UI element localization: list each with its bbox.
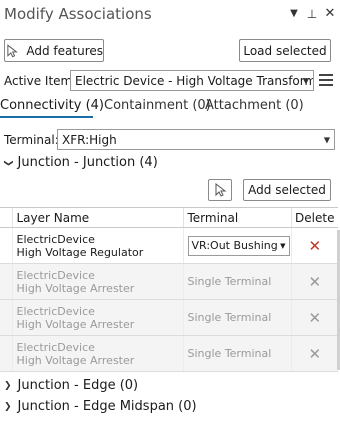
row-gutter	[0, 263, 12, 300]
layer-name: ElectricDevice	[16, 304, 95, 318]
select-cursor-icon	[215, 183, 227, 197]
feature-name: High Voltage Regulator	[16, 245, 144, 259]
terminal-cell: Single Terminal	[182, 299, 291, 336]
terminal-label: Terminal:	[4, 133, 59, 147]
layer-name: ElectricDevice	[16, 268, 95, 282]
terminal-row-value: VR:Out Bushing	[191, 239, 278, 252]
pane-title-controls: ▼ ⊥ ✕	[288, 6, 336, 21]
feature-name: High Voltage Arrester	[16, 317, 135, 331]
delete-icon: ✕	[290, 263, 338, 300]
close-icon[interactable]: ✕	[324, 6, 336, 21]
pane-title: Modify Associations	[4, 5, 152, 23]
load-selected-button[interactable]: Load selected	[239, 39, 331, 62]
select-features-button[interactable]	[208, 179, 232, 201]
group-junction-junction[interactable]: ❯ Junction - Junction (4)	[2, 155, 158, 170]
add-selected-button[interactable]: Add selected	[243, 179, 331, 201]
layer-name: ElectricDevice	[16, 340, 95, 354]
chevron-down-icon: ▼	[323, 135, 330, 144]
delete-icon: ✕	[290, 335, 338, 372]
tab-connectivity[interactable]: Connectivity (4)	[0, 98, 104, 113]
tab-attachment[interactable]: Attachment (0)	[205, 98, 304, 113]
associations-table: Layer Name Terminal Delete ElectricDevic…	[0, 207, 338, 372]
tab-containment[interactable]: Containment (0)	[104, 98, 211, 113]
row-gutter	[0, 335, 12, 372]
active-tab-indicator	[0, 116, 93, 118]
table-row: ElectricDevice High Voltage Arrester Sin…	[0, 263, 338, 300]
row-gutter	[0, 299, 12, 336]
add-features-button[interactable]: Add features	[4, 39, 104, 62]
chevron-down-icon: ❯	[2, 158, 13, 167]
feature-name: High Voltage Arrester	[16, 353, 135, 367]
table-row[interactable]: ElectricDevice High Voltage Regulator VR…	[0, 227, 338, 264]
layer-name-cell: ElectricDevice High Voltage Arrester	[11, 299, 183, 336]
column-header-layer-name[interactable]: Layer Name	[11, 207, 183, 228]
column-header-terminal[interactable]: Terminal	[182, 207, 291, 228]
add-features-label: Add features	[26, 43, 103, 58]
active-item-dropdown[interactable]: Electric Device - High Voltage Transform…	[70, 70, 314, 91]
group-junction-junction-label: Junction - Junction (4)	[17, 155, 158, 170]
layer-name-cell: ElectricDevice High Voltage Arrester	[11, 335, 183, 372]
table-header-row: Layer Name Terminal Delete	[0, 207, 338, 228]
terminal-cell: Single Terminal	[182, 263, 291, 300]
active-item-value: Electric Device - High Voltage Transform…	[75, 73, 314, 88]
pane-options-chevron-icon[interactable]: ▼	[288, 8, 300, 19]
chevron-right-icon: ❯	[4, 401, 12, 412]
table-row: ElectricDevice High Voltage Arrester Sin…	[0, 335, 338, 372]
group-junction-edge[interactable]: ❯ Junction - Edge (0)	[4, 378, 138, 393]
chevron-down-icon: ▼	[302, 76, 309, 85]
layer-name-cell: ElectricDevice High Voltage Arrester	[11, 263, 183, 300]
group-junction-edge-label: Junction - Edge (0)	[17, 378, 139, 393]
menu-icon[interactable]	[319, 72, 333, 88]
layer-name: ElectricDevice	[16, 232, 95, 246]
active-item-label: Active Item:	[4, 74, 77, 88]
terminal-dropdown[interactable]: XFR:High ▼	[57, 129, 335, 150]
column-header-delete: Delete	[290, 207, 338, 228]
terminal-row-dropdown[interactable]: VR:Out Bushing ▼	[187, 235, 290, 256]
row-header-gutter	[0, 207, 12, 228]
group-junction-edge-midspan[interactable]: ❯ Junction - Edge Midspan (0)	[4, 399, 197, 414]
group-junction-edge-midspan-label: Junction - Edge Midspan (0)	[17, 399, 197, 414]
chevron-down-icon: ▼	[280, 241, 286, 250]
delete-icon: ✕	[290, 299, 338, 336]
layer-name-cell: ElectricDevice High Voltage Regulator	[11, 227, 183, 264]
feature-name: High Voltage Arrester	[16, 281, 135, 295]
row-gutter	[0, 227, 12, 264]
terminal-cell: Single Terminal	[182, 335, 291, 372]
terminal-cell: VR:Out Bushing ▼	[182, 227, 291, 264]
table-row: ElectricDevice High Voltage Arrester Sin…	[0, 299, 338, 336]
delete-icon[interactable]: ✕	[290, 227, 338, 264]
load-selected-label: Load selected	[243, 43, 327, 58]
select-cursor-icon	[7, 43, 18, 57]
pin-icon[interactable]: ⊥	[306, 7, 318, 21]
add-selected-label: Add selected	[248, 183, 326, 197]
chevron-right-icon: ❯	[4, 380, 12, 391]
terminal-value: XFR:High	[62, 132, 117, 147]
